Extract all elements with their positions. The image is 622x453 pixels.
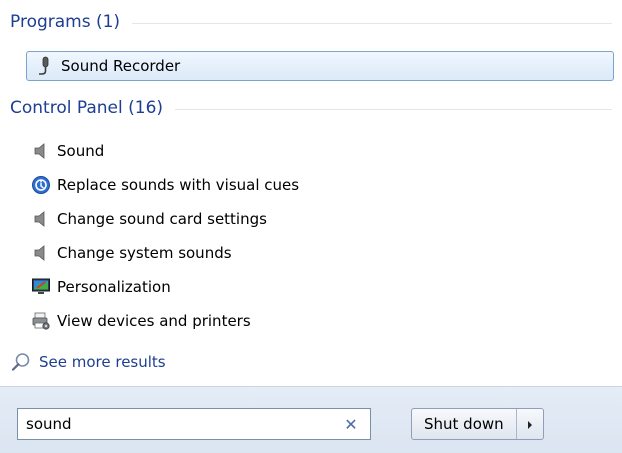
result-item-label: Sound Recorder bbox=[61, 57, 181, 75]
search-icon bbox=[10, 351, 32, 373]
result-item-devices-printers[interactable]: View devices and printers bbox=[24, 306, 614, 336]
result-item-label: Change system sounds bbox=[57, 244, 232, 262]
result-item-label: Sound bbox=[57, 142, 105, 160]
start-menu-bottom-bar: ✕ Shut down bbox=[0, 386, 622, 453]
divider bbox=[175, 108, 612, 110]
result-item-sound-recorder[interactable]: Sound Recorder bbox=[26, 51, 614, 81]
result-item-change-sound-card[interactable]: Change sound card settings bbox=[24, 204, 614, 234]
result-item-label: Personalization bbox=[57, 278, 171, 296]
programs-section-header: Programs (1) bbox=[10, 9, 612, 35]
section-title: Control Panel (16) bbox=[10, 98, 164, 118]
result-item-label: Change sound card settings bbox=[57, 210, 267, 228]
speaker-icon bbox=[31, 243, 51, 263]
microphone-icon bbox=[35, 56, 55, 76]
ease-of-access-icon bbox=[31, 175, 51, 195]
see-more-results-link[interactable]: See more results bbox=[10, 349, 166, 375]
control-panel-section-header: Control Panel (16) bbox=[10, 95, 612, 121]
speaker-icon bbox=[31, 209, 51, 229]
search-input[interactable] bbox=[26, 411, 342, 437]
result-item-personalization[interactable]: Personalization bbox=[24, 272, 614, 302]
search-box[interactable]: ✕ bbox=[17, 408, 371, 440]
see-more-label: See more results bbox=[39, 353, 166, 371]
shutdown-control: Shut down bbox=[411, 408, 544, 440]
shutdown-button[interactable]: Shut down bbox=[412, 409, 517, 439]
result-item-replace-sounds[interactable]: Replace sounds with visual cues bbox=[24, 170, 614, 200]
speaker-icon bbox=[31, 141, 51, 161]
chevron-right-icon bbox=[526, 415, 534, 434]
section-title: Programs (1) bbox=[10, 12, 121, 32]
search-results-pane: Programs (1) Sound Recorder Control Pane… bbox=[0, 0, 622, 386]
result-item-sound[interactable]: Sound bbox=[24, 136, 614, 166]
divider bbox=[132, 22, 612, 24]
shutdown-options-button[interactable] bbox=[517, 409, 543, 439]
result-item-label: View devices and printers bbox=[57, 312, 251, 330]
result-item-change-system-sounds[interactable]: Change system sounds bbox=[24, 238, 614, 268]
close-icon[interactable]: ✕ bbox=[342, 415, 360, 434]
personalization-icon bbox=[31, 277, 51, 297]
devices-printers-icon bbox=[31, 311, 51, 331]
result-item-label: Replace sounds with visual cues bbox=[57, 176, 300, 194]
